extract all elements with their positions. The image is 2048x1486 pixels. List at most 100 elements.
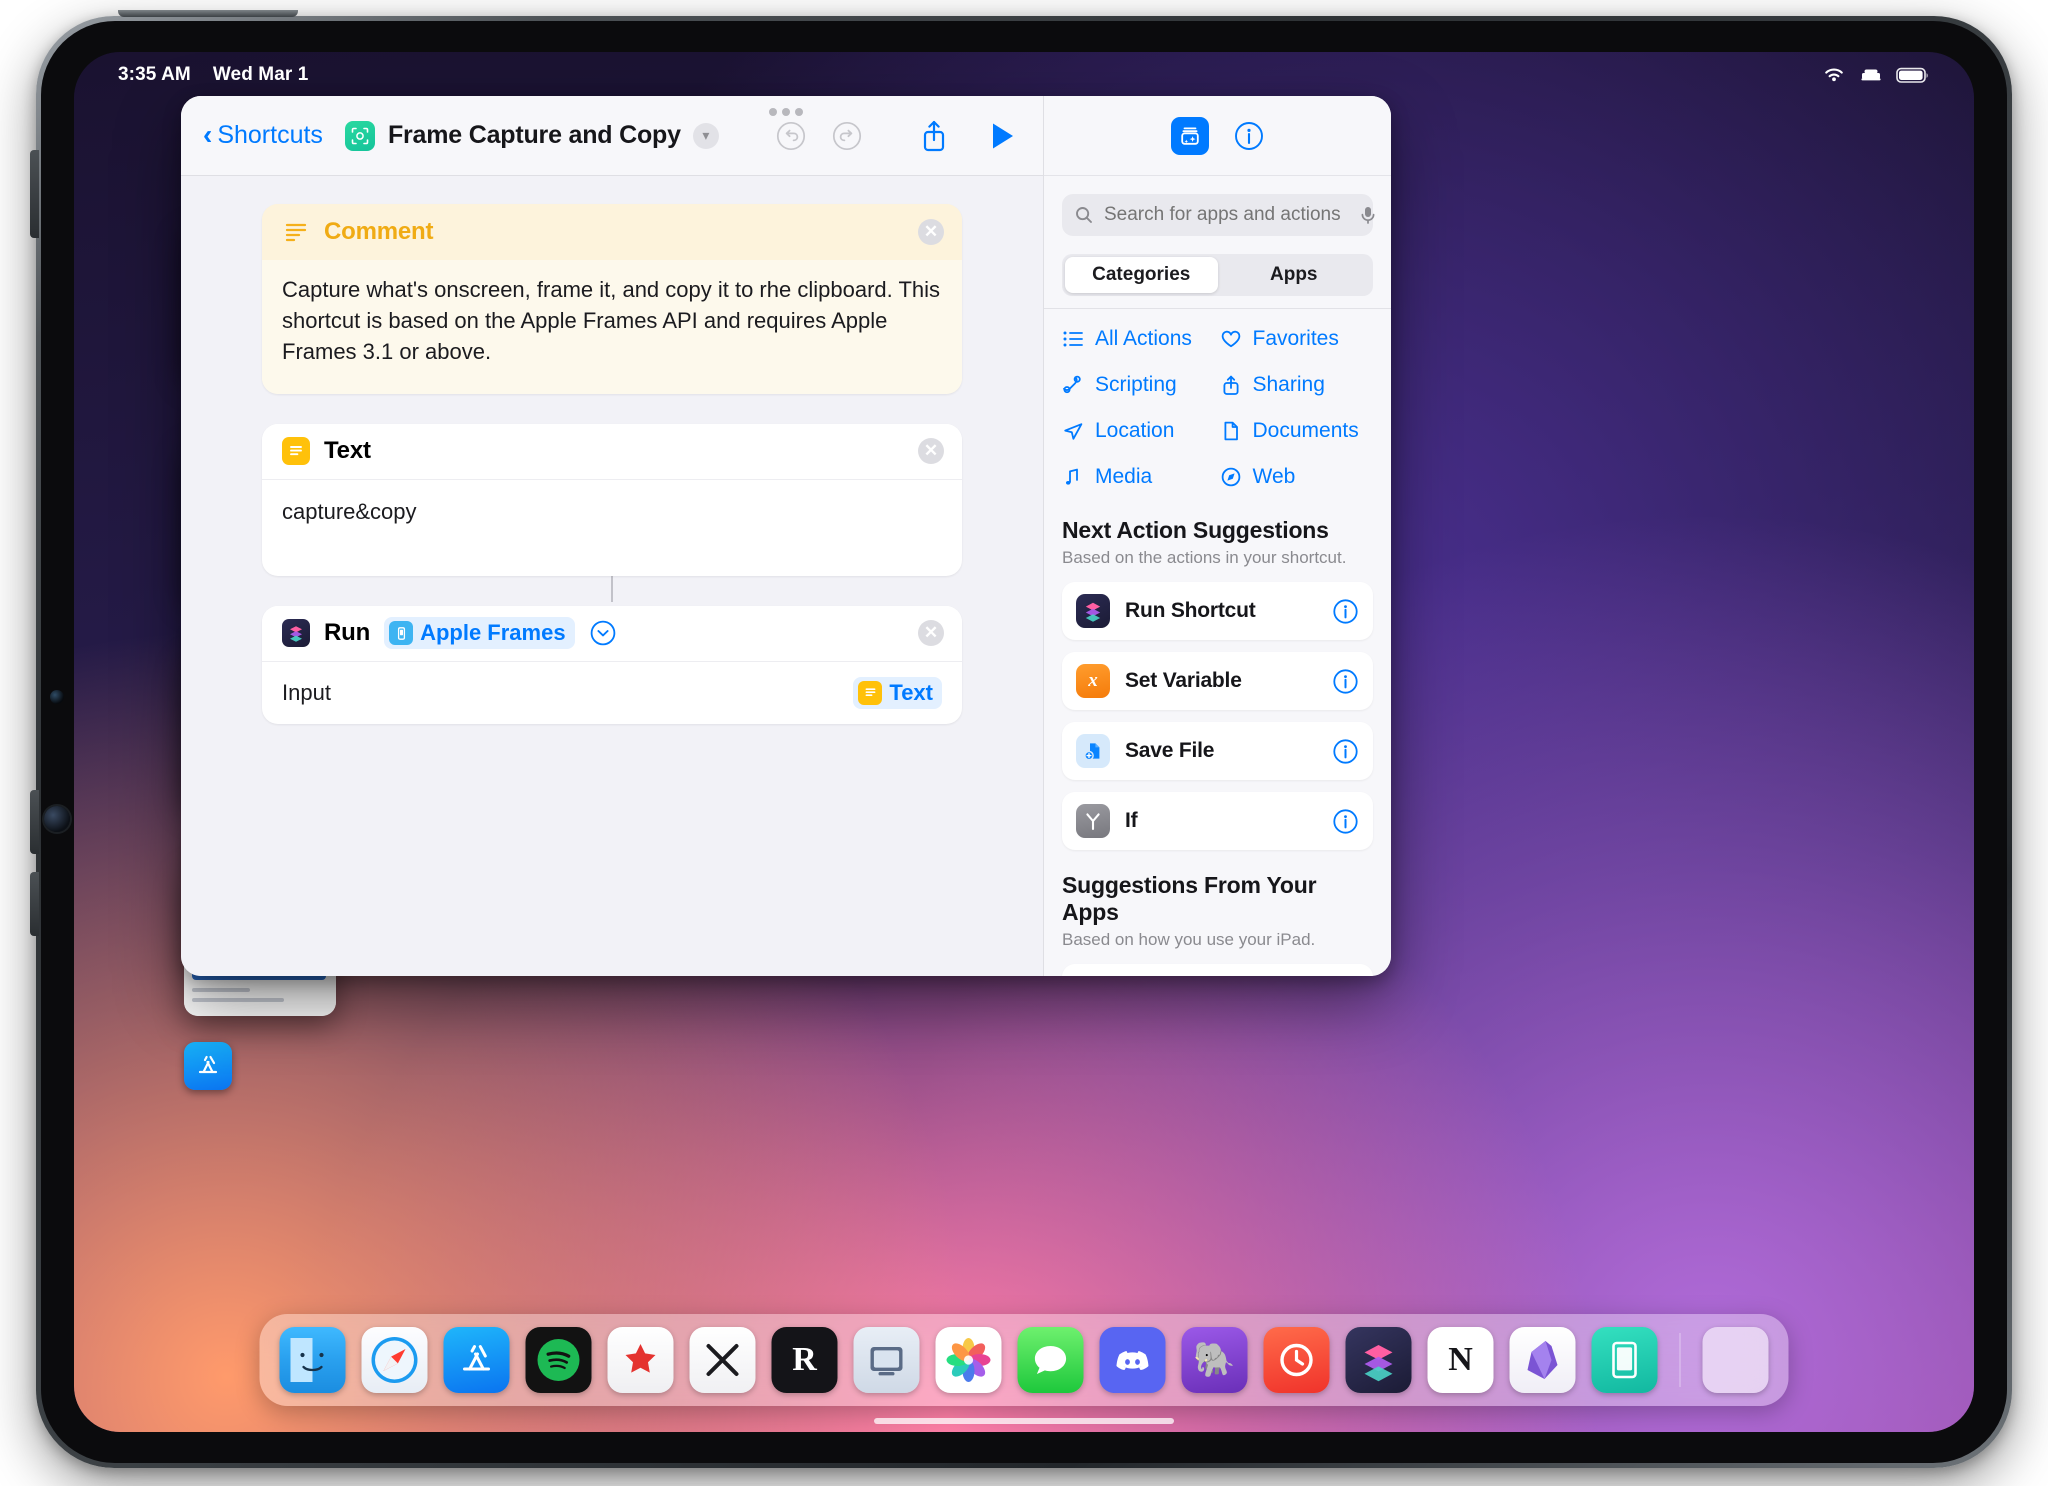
- screens-icon[interactable]: [853, 1327, 920, 1393]
- play-icon[interactable]: [987, 120, 1017, 152]
- category-favorites[interactable]: Favorites: [1220, 327, 1374, 351]
- tab-categories[interactable]: Categories: [1065, 257, 1218, 293]
- info-circle-icon[interactable]: [1332, 598, 1359, 625]
- volume-up-button[interactable]: [30, 790, 39, 854]
- library-segmented-control[interactable]: Categories Apps: [1062, 254, 1373, 296]
- camera-lens: [44, 806, 70, 832]
- home-indicator[interactable]: [874, 1418, 1174, 1424]
- page-title: Frame Capture and Copy: [387, 121, 681, 149]
- text-card-value[interactable]: capture&copy: [262, 480, 962, 576]
- search-field[interactable]: [1062, 194, 1375, 236]
- timery-icon[interactable]: [1263, 1327, 1330, 1393]
- suggestion-save-file[interactable]: Save File: [1062, 722, 1373, 780]
- finder-icon[interactable]: [279, 1327, 346, 1393]
- back-to-shortcuts-button[interactable]: ‹ Shortcuts: [203, 120, 323, 150]
- app-suggestions-title: Suggestions From Your Apps: [1062, 872, 1317, 925]
- reeder-icon[interactable]: [607, 1327, 674, 1393]
- category-documents[interactable]: Documents: [1220, 419, 1374, 443]
- search-input[interactable]: [1104, 204, 1349, 226]
- status-bar: 3:35 AM Wed Mar 1: [74, 52, 1974, 98]
- chevron-down-icon[interactable]: ▾: [692, 122, 719, 149]
- category-scripting[interactable]: Scripting: [1062, 373, 1216, 397]
- ipad-mirror-icon[interactable]: [1591, 1327, 1658, 1393]
- mimestream-icon[interactable]: [689, 1327, 756, 1393]
- share-icon[interactable]: [917, 118, 951, 154]
- app-store-icon[interactable]: [184, 1042, 232, 1090]
- shortcuts-app-icon: [282, 619, 310, 648]
- category-location[interactable]: Location: [1062, 419, 1216, 443]
- screenshot-root: 3:35 AM Wed Mar 1 ‹ Shortcuts Frame Capt…: [0, 0, 2048, 1486]
- info-circle-icon[interactable]: [1233, 120, 1265, 152]
- action-card-run-shortcut[interactable]: Run Apple Frames ✕ Input Text: [262, 605, 962, 724]
- comment-card-header: Comment ✕: [262, 204, 962, 260]
- discord-icon[interactable]: [1099, 1327, 1166, 1393]
- suggestion-open-ivory[interactable]: 🐘 Open Ivory +: [1062, 964, 1373, 976]
- apple-frames-token[interactable]: Apple Frames: [384, 617, 575, 650]
- remove-run-button[interactable]: ✕: [918, 620, 944, 647]
- back-button-label: Shortcuts: [217, 121, 323, 149]
- run-card-title: Run: [324, 619, 371, 647]
- frame-capture-icon: [344, 120, 375, 151]
- suggestion-if[interactable]: If: [1062, 792, 1373, 850]
- info-circle-icon[interactable]: [1332, 738, 1359, 765]
- category-all-actions[interactable]: All Actions: [1062, 327, 1216, 351]
- dock-divider: [1679, 1333, 1681, 1387]
- suggestion-run-shortcut[interactable]: Run Shortcut: [1062, 582, 1373, 640]
- shortcuts-icon[interactable]: [1345, 1327, 1412, 1393]
- undo-icon[interactable]: [773, 118, 809, 154]
- photos-icon[interactable]: [935, 1327, 1002, 1393]
- info-circle-icon[interactable]: [1332, 668, 1359, 695]
- text-card-header: Text ✕: [262, 423, 962, 480]
- category-label: All Actions: [1095, 327, 1192, 350]
- volume-down-button[interactable]: [30, 872, 39, 936]
- suggestion-label: If: [1125, 809, 1138, 832]
- obsidian-icon[interactable]: [1509, 1327, 1576, 1393]
- text-document-icon: [858, 680, 883, 705]
- microphone-icon[interactable]: [1359, 205, 1377, 225]
- text-document-icon: [282, 437, 310, 466]
- action-card-text[interactable]: Text ✕ capture&copy: [262, 423, 962, 576]
- status-bar-right: [1822, 66, 1930, 84]
- document-icon: [1220, 420, 1242, 442]
- category-label: Sharing: [1252, 373, 1325, 396]
- category-media[interactable]: Media: [1062, 465, 1216, 489]
- chevron-down-circle-icon[interactable]: [589, 619, 617, 647]
- redo-icon[interactable]: [829, 118, 865, 154]
- set-variable-icon: x: [1076, 664, 1110, 698]
- suggestion-label: Save File: [1125, 739, 1215, 762]
- category-web[interactable]: Web: [1220, 465, 1374, 489]
- remove-text-button[interactable]: ✕: [918, 438, 944, 465]
- shortcut-editor-pane: ‹ Shortcuts Frame Capture and Copy ▾ Com…: [181, 96, 1043, 976]
- comment-card-body[interactable]: Capture what's onscreen, frame it, and c…: [262, 260, 962, 394]
- run-input-value-label: Text: [889, 679, 933, 705]
- antenna-band: [118, 10, 298, 17]
- app-store-icon[interactable]: [443, 1327, 510, 1393]
- notion-icon[interactable]: N: [1427, 1327, 1494, 1393]
- spotify-icon[interactable]: [525, 1327, 592, 1393]
- window-drag-handle[interactable]: [769, 108, 803, 116]
- library-scroll-area[interactable]: Categories Apps All Act: [1044, 176, 1391, 976]
- heart-icon: [1220, 329, 1242, 349]
- category-label: Favorites: [1252, 327, 1339, 350]
- suggestion-set-variable[interactable]: x Set Variable: [1062, 652, 1373, 710]
- action-card-comment[interactable]: Comment ✕ Capture what's onscreen, frame…: [262, 204, 962, 394]
- action-connector: [611, 575, 613, 602]
- revolut-icon[interactable]: R: [771, 1327, 838, 1393]
- info-circle-icon[interactable]: [1332, 808, 1359, 835]
- run-input-value-token[interactable]: Text: [853, 676, 942, 709]
- library-toolbar: [1044, 96, 1391, 176]
- shortcuts-window[interactable]: ‹ Shortcuts Frame Capture and Copy ▾ Com…: [181, 96, 1391, 976]
- tab-apps[interactable]: Apps: [1218, 257, 1371, 293]
- ivory-icon[interactable]: 🐘: [1181, 1327, 1248, 1393]
- category-sharing[interactable]: Sharing: [1220, 373, 1374, 397]
- safari-icon[interactable]: [361, 1327, 428, 1393]
- recents-icon[interactable]: [1702, 1327, 1769, 1393]
- location-arrow-icon: [1062, 421, 1084, 441]
- divider: [1044, 308, 1391, 309]
- run-input-parameter-row[interactable]: Input Text: [262, 662, 962, 724]
- comment-card-title: Comment: [324, 218, 434, 245]
- remove-comment-button[interactable]: ✕: [918, 219, 944, 245]
- add-action-icon[interactable]: [1170, 116, 1209, 155]
- messages-icon[interactable]: [1017, 1327, 1084, 1393]
- power-button[interactable]: [30, 150, 39, 238]
